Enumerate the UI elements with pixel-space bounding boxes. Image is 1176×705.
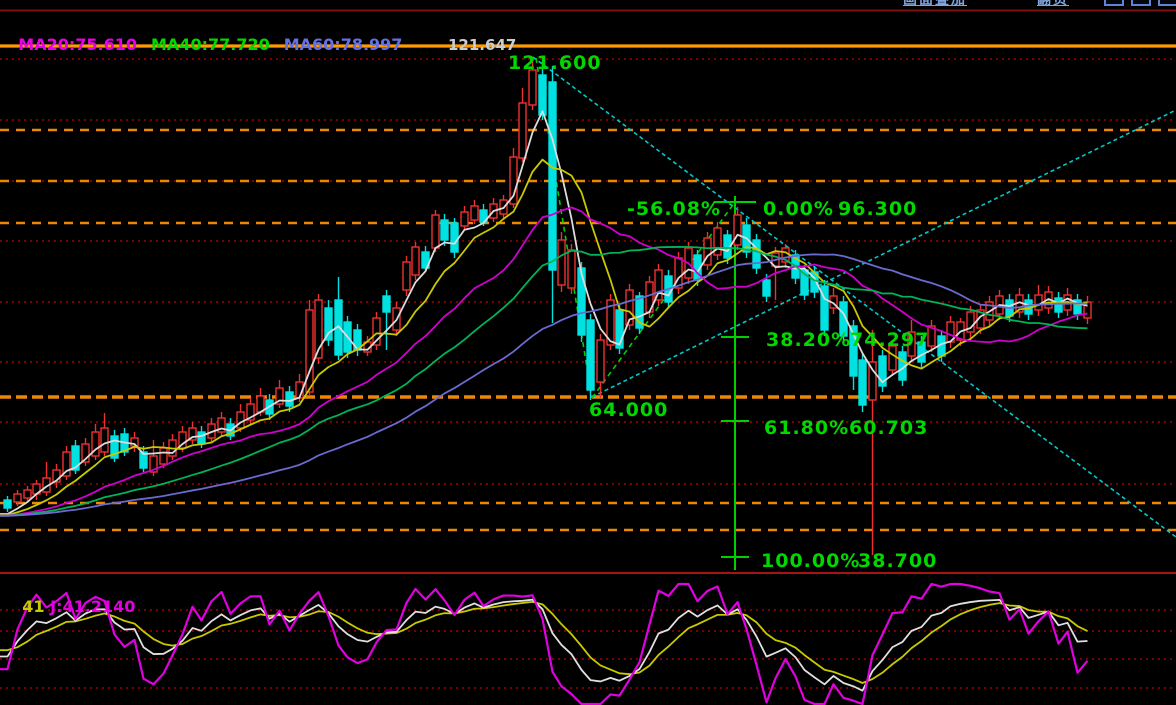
- overlay-toolbar-link[interactable]: 画面叠加: [903, 0, 967, 9]
- top-toolbar: 画面叠加 翻页: [0, 0, 1176, 10]
- kdj-d-label: 41: [22, 597, 44, 616]
- kdj-j-label: J:41.2140: [50, 597, 135, 616]
- ma-readout: MA20:75.610 MA40:77.720 MA60:78.997: [0, 16, 416, 73]
- ma40-label: MA40:77.720: [151, 35, 270, 54]
- trading-app-window: 画面叠加 翻页 MA20:75.610 MA40:77.720 MA60:78.99…: [0, 0, 1176, 705]
- candlestick-chart-canvas[interactable]: [0, 0, 1176, 705]
- window-button-3[interactable]: [1158, 0, 1176, 6]
- ma60-label: MA60:78.997: [284, 35, 403, 54]
- window-button-1[interactable]: [1104, 0, 1124, 6]
- page-toolbar-link[interactable]: 翻页: [1037, 0, 1069, 9]
- ma20-label: MA20:75.610: [18, 35, 137, 54]
- kdj-readout: 41 J:41.2140: [0, 578, 135, 635]
- window-button-2[interactable]: [1131, 0, 1151, 6]
